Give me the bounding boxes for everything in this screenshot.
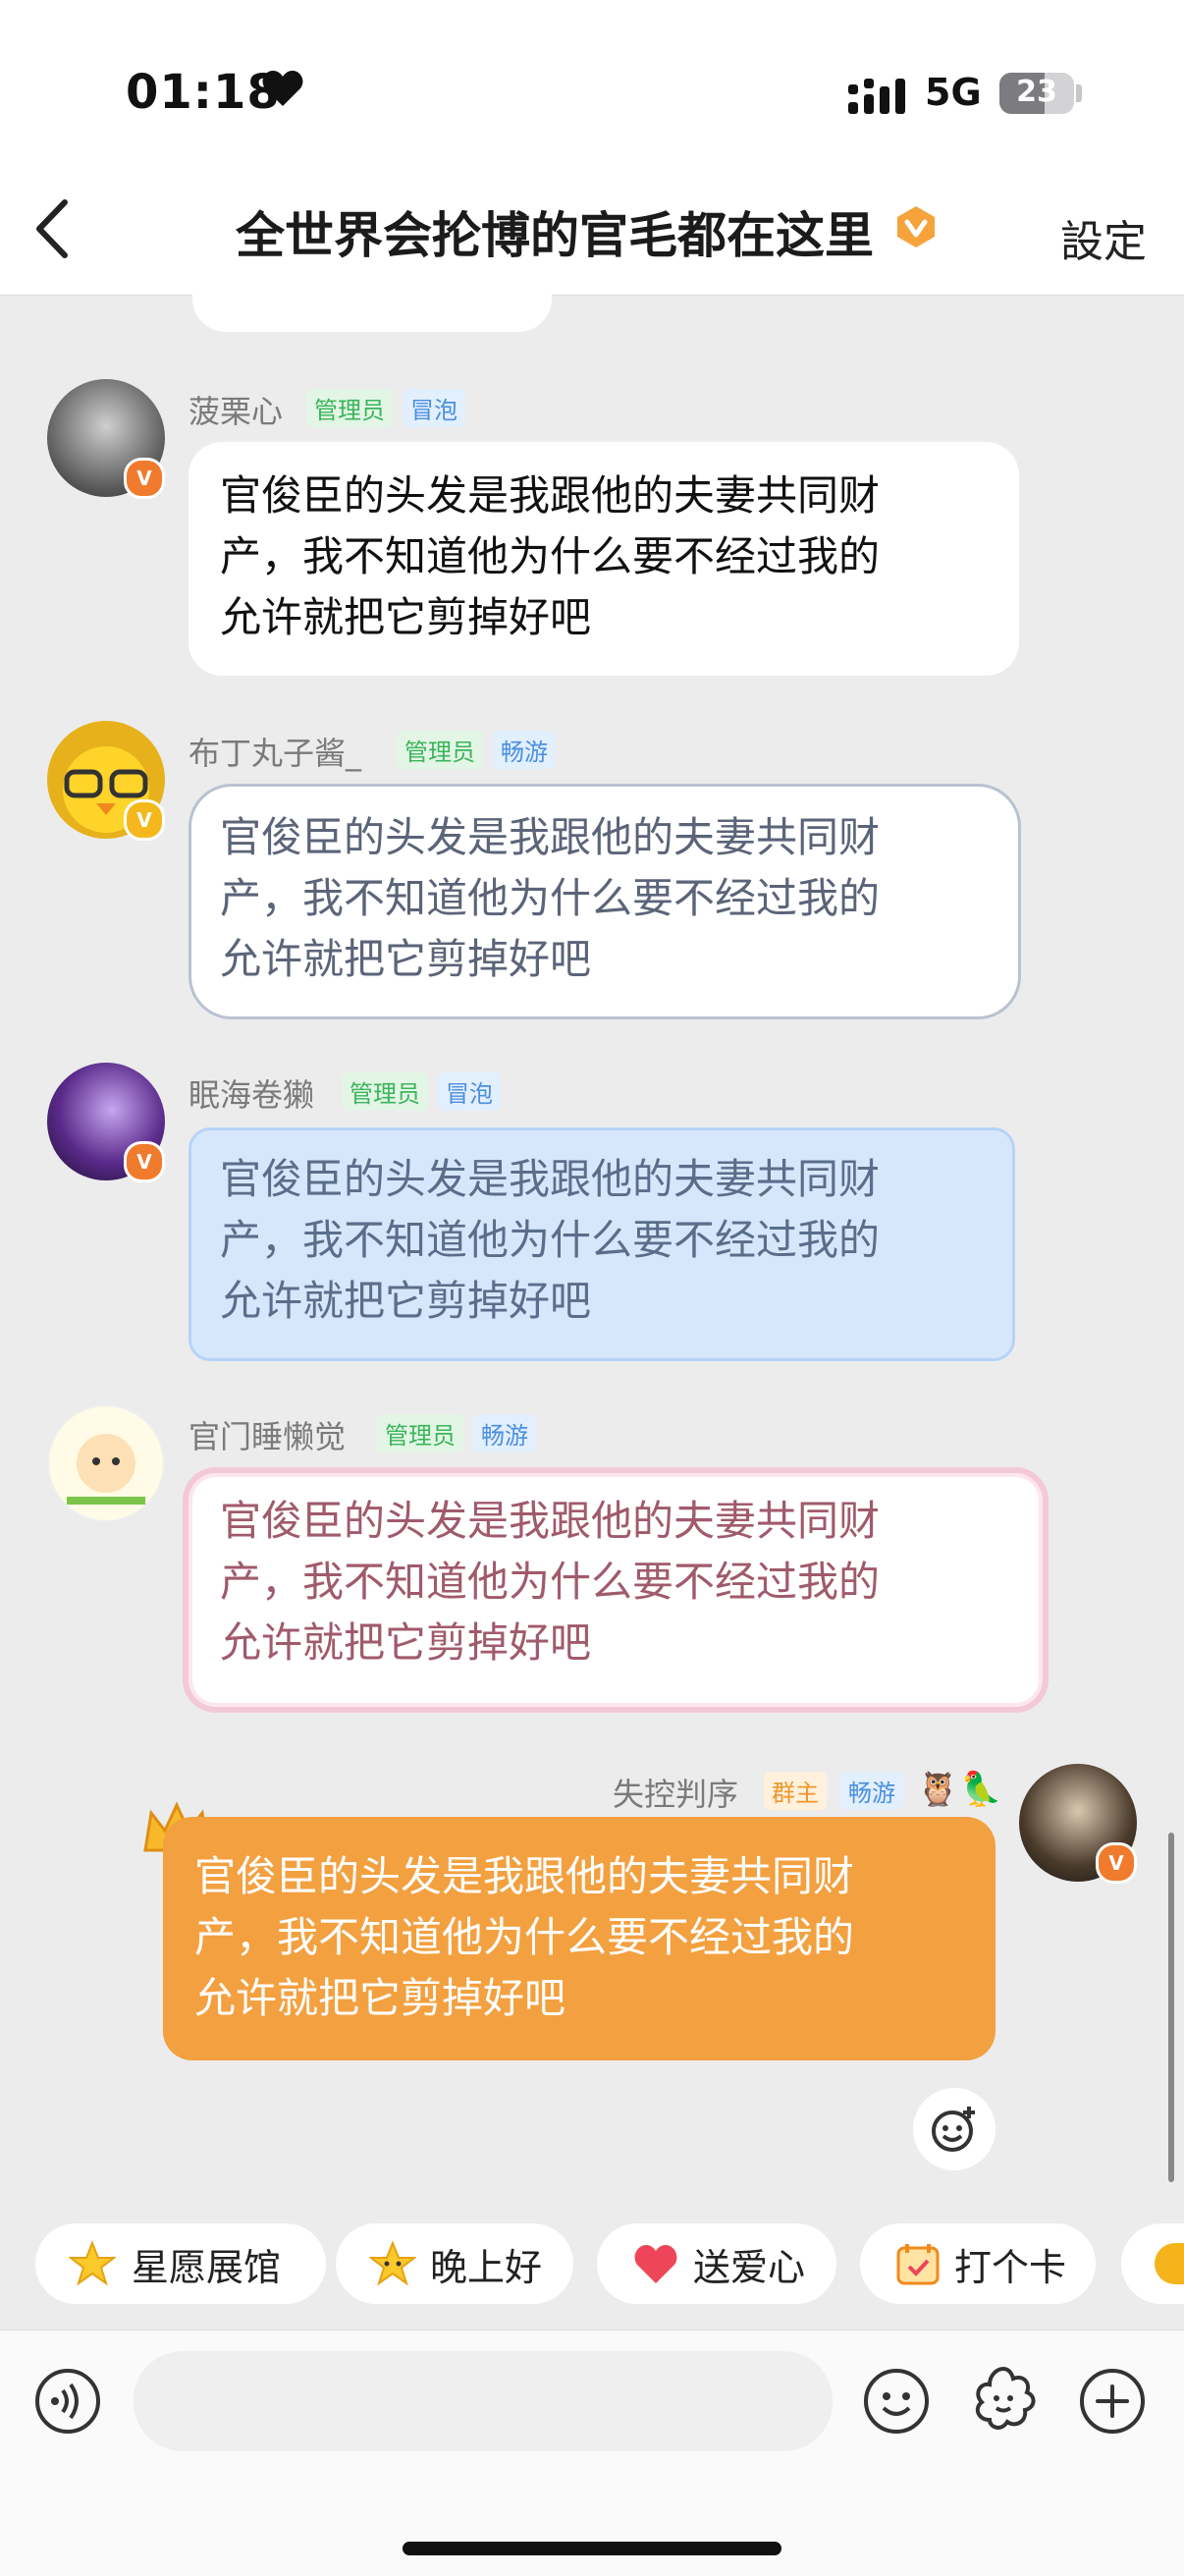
voice-icon[interactable] — [33, 2367, 102, 2436]
checkin-icon — [896, 2244, 940, 2285]
network-type: 5G — [925, 71, 982, 114]
previous-message-bubble-edge — [192, 295, 552, 332]
heart-icon — [634, 2245, 677, 2283]
quick-chip-good-evening[interactable]: 晚上好 — [336, 2223, 573, 2304]
signal-icon — [848, 79, 905, 114]
message-line: 允许就把它剪掉好吧 — [220, 1277, 592, 1325]
message-line: 官俊臣的头发是我跟他的夫妻共同财 — [194, 1852, 855, 1900]
quick-chip-check-in[interactable]: 打个卡 — [860, 2223, 1096, 2304]
message-line: 允许就把它剪掉好吧 — [220, 593, 592, 641]
sender-name[interactable]: 失控判序 — [613, 1770, 738, 1815]
message-line: 允许就把它剪掉好吧 — [220, 935, 592, 983]
battery-level: 23 — [1016, 75, 1057, 109]
top-bar: 01:18 5G 23 全世界会抡博的官毛都在这里 設定 — [0, 0, 1184, 296]
vip-badge-icon: V — [124, 1141, 165, 1182]
add-more-icon[interactable] — [1078, 2367, 1147, 2436]
message-line: 产，我不知道他为什么要不经过我的 — [220, 1216, 881, 1264]
level-tag: 畅游 — [473, 1414, 536, 1452]
back-arrow-icon[interactable] — [31, 198, 71, 259]
message-line: 产，我不知道他为什么要不经过我的 — [220, 1558, 881, 1606]
status-time: 01:18 — [126, 65, 281, 120]
quick-chip-send-love[interactable]: 送爱心 — [597, 2223, 836, 2304]
message-line: 官俊臣的头发是我跟他的夫妻共同财 — [220, 471, 881, 520]
vip-badge-icon: V — [1096, 1842, 1137, 1884]
chip-label: 打个卡 — [954, 2245, 1067, 2289]
cartoon-baby-icon — [67, 1434, 145, 1505]
level-tag: 冒泡 — [403, 389, 465, 427]
verified-group-icon — [897, 206, 935, 247]
add-reaction-button[interactable] — [913, 2088, 996, 2170]
vip-badge-icon: V — [124, 799, 165, 841]
star-icon — [69, 2240, 116, 2286]
chip-label: 送爱心 — [693, 2245, 806, 2289]
quick-chip-overflow[interactable] — [1121, 2223, 1184, 2304]
message-line: 允许就把它剪掉好吧 — [220, 1618, 592, 1667]
battery-icon: 23 — [999, 73, 1074, 114]
sticker-flower-icon[interactable] — [966, 2363, 1041, 2438]
admin-tag: 管理员 — [377, 1414, 463, 1452]
message-line: 产，我不知道他为什么要不经过我的 — [220, 874, 881, 922]
admin-tag: 管理员 — [306, 389, 393, 427]
sender-name[interactable]: 菠栗心 — [188, 387, 283, 432]
level-tag: 畅游 — [493, 731, 556, 769]
smile-plus-icon — [932, 2107, 975, 2152]
message-line: 官俊臣的头发是我跟他的夫妻共同财 — [220, 1155, 881, 1203]
sender-name[interactable]: 眠海卷獭 — [188, 1070, 314, 1116]
avatar[interactable] — [47, 1404, 165, 1522]
admin-tag: 管理员 — [342, 1072, 428, 1111]
owl-badge-icon: 🦉 — [917, 1770, 959, 1809]
admin-tag: 管理员 — [397, 731, 483, 769]
vip-badge-icon: V — [124, 458, 165, 499]
group-title: 全世界会抡博的官毛都在这里 — [236, 207, 874, 264]
scrollbar[interactable] — [1168, 1833, 1174, 2182]
message-line: 产，我不知道他为什么要不经过我的 — [194, 1913, 855, 1961]
message-line: 官俊臣的头发是我跟他的夫妻共同财 — [220, 813, 881, 861]
home-indicator — [403, 2542, 781, 2555]
sender-name[interactable]: 官门睡懒觉 — [188, 1412, 346, 1457]
quick-chip-star-hall[interactable]: 星愿展馆 — [35, 2223, 326, 2304]
battery-tip — [1076, 84, 1082, 102]
message-line: 允许就把它剪掉好吧 — [194, 1974, 566, 2022]
moon-star-icon — [369, 2240, 416, 2286]
chip-icon-partial — [1155, 2243, 1184, 2284]
chip-label: 晚上好 — [430, 2245, 543, 2289]
message-line: 产，我不知道他为什么要不经过我的 — [220, 532, 881, 580]
settings-button[interactable]: 設定 — [1060, 206, 1147, 269]
level-tag: 冒泡 — [438, 1072, 501, 1111]
sender-name[interactable]: 布丁丸子酱_ — [188, 729, 361, 774]
chip-label: 星愿展馆 — [132, 2245, 282, 2289]
level-tag: 畅游 — [840, 1772, 903, 1810]
heart-icon — [262, 71, 303, 106]
parrot-badge-icon: 🦜 — [960, 1770, 1002, 1809]
message-input[interactable] — [134, 2351, 833, 2451]
emoji-icon[interactable] — [862, 2367, 931, 2436]
message-line: 官俊臣的头发是我跟他的夫妻共同财 — [220, 1497, 881, 1545]
owner-tag: 群主 — [764, 1772, 827, 1810]
